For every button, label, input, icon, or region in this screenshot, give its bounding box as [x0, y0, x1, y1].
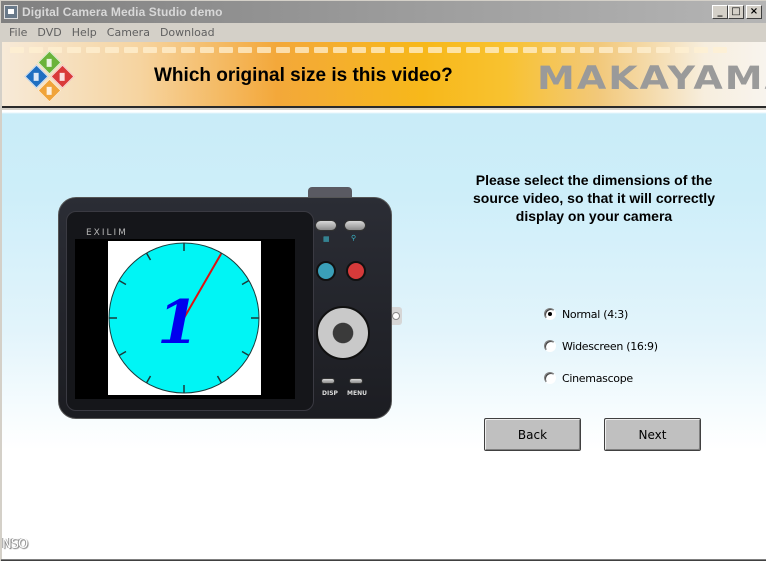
header-banner: Which original size is this video? MAKAY…	[2, 42, 766, 108]
camera-brand-label: EXILIM	[86, 228, 128, 238]
camera-lcd: 1	[75, 239, 295, 399]
menu-dvd[interactable]: DVD	[32, 26, 66, 39]
menu-camera[interactable]: Camera	[102, 26, 155, 39]
disp-label: DISP	[322, 390, 338, 397]
menu-label: MENU	[347, 390, 367, 397]
film-hole	[295, 47, 309, 53]
option-cinemascope[interactable]: Cinemascope	[544, 370, 658, 386]
film-hole	[580, 47, 594, 53]
page-title: Which original size is this video?	[154, 65, 453, 86]
close-button[interactable]: ×	[746, 5, 762, 19]
film-hole	[390, 47, 404, 53]
film-hole	[238, 47, 252, 53]
radio-cinemascope[interactable]	[544, 372, 556, 384]
film-hole	[675, 47, 689, 53]
film-hole	[143, 47, 157, 53]
option-widescreen[interactable]: Widescreen (16:9)	[544, 338, 658, 354]
camera-top-button	[308, 187, 352, 197]
film-hole	[713, 47, 727, 53]
window-title: Digital Camera Media Studio demo	[22, 5, 223, 19]
menu-bar: File DVD Help Camera Download	[1, 23, 766, 42]
corner-label: NSO	[2, 537, 28, 552]
camera-playback-button	[316, 261, 336, 281]
film-hole	[447, 47, 461, 53]
option-normal[interactable]: Normal (4:3)	[544, 306, 658, 322]
film-hole	[428, 47, 442, 53]
back-button[interactable]: Back	[484, 418, 581, 451]
option-label: Normal (4:3)	[562, 307, 628, 321]
film-hole	[371, 47, 385, 53]
film-hole	[105, 47, 119, 53]
film-hole	[409, 47, 423, 53]
app-logo	[24, 50, 75, 103]
camera-menu-button	[349, 378, 363, 384]
film-hole	[561, 47, 575, 53]
camera-preview: EXILIM 1 ▦ ⚲ DISP MENU	[58, 187, 404, 419]
camera-thumbnail-button	[315, 220, 337, 231]
film-hole	[637, 47, 651, 53]
preview-digit: 1	[157, 288, 199, 358]
film-hole	[618, 47, 632, 53]
instructions-text: Please select the dimensions of the sour…	[473, 172, 715, 224]
camera-disp-button	[321, 378, 335, 384]
film-hole	[219, 47, 233, 53]
film-hole	[599, 47, 613, 53]
film-strip-decoration	[10, 47, 727, 53]
title-bar[interactable]: Digital Camera Media Studio demo _ □ ×	[1, 1, 766, 23]
film-hole	[86, 47, 100, 53]
radio-normal[interactable]	[544, 308, 556, 320]
film-hole	[656, 47, 670, 53]
app-window: Digital Camera Media Studio demo _ □ × F…	[0, 0, 766, 561]
menu-download[interactable]: Download	[155, 26, 220, 39]
dimension-options: Normal (4:3) Widescreen (16:9) Cinemasco…	[544, 306, 658, 402]
option-label: Widescreen (16:9)	[562, 339, 658, 353]
grid-icon: ▦	[323, 236, 330, 243]
film-hole	[162, 47, 176, 53]
film-hole	[523, 47, 537, 53]
film-hole	[694, 47, 708, 53]
camera-zoom-button	[344, 220, 366, 231]
menu-file[interactable]: File	[4, 26, 32, 39]
film-hole	[257, 47, 271, 53]
magnifier-icon: ⚲	[351, 235, 357, 242]
film-hole	[485, 47, 499, 53]
film-hole	[333, 47, 347, 53]
window-controls: _ □ ×	[712, 5, 762, 19]
option-label: Cinemascope	[562, 371, 633, 385]
menu-help[interactable]: Help	[67, 26, 102, 39]
clock-preview: 1	[108, 242, 260, 394]
radio-widescreen[interactable]	[544, 340, 556, 352]
film-hole	[124, 47, 138, 53]
maximize-button[interactable]: □	[728, 5, 744, 19]
film-hole	[181, 47, 195, 53]
film-hole	[314, 47, 328, 53]
film-hole	[466, 47, 480, 53]
film-hole	[10, 47, 24, 53]
camera-dpad	[316, 306, 370, 360]
camera-record-button	[346, 261, 366, 281]
app-icon	[4, 5, 18, 19]
film-hole	[352, 47, 366, 53]
film-hole	[504, 47, 518, 53]
brand-logo: MAKAYAMA	[537, 59, 766, 97]
film-hole	[200, 47, 214, 53]
minimize-button[interactable]: _	[712, 5, 728, 19]
next-button[interactable]: Next	[604, 418, 701, 451]
film-hole	[276, 47, 290, 53]
film-hole	[542, 47, 556, 53]
